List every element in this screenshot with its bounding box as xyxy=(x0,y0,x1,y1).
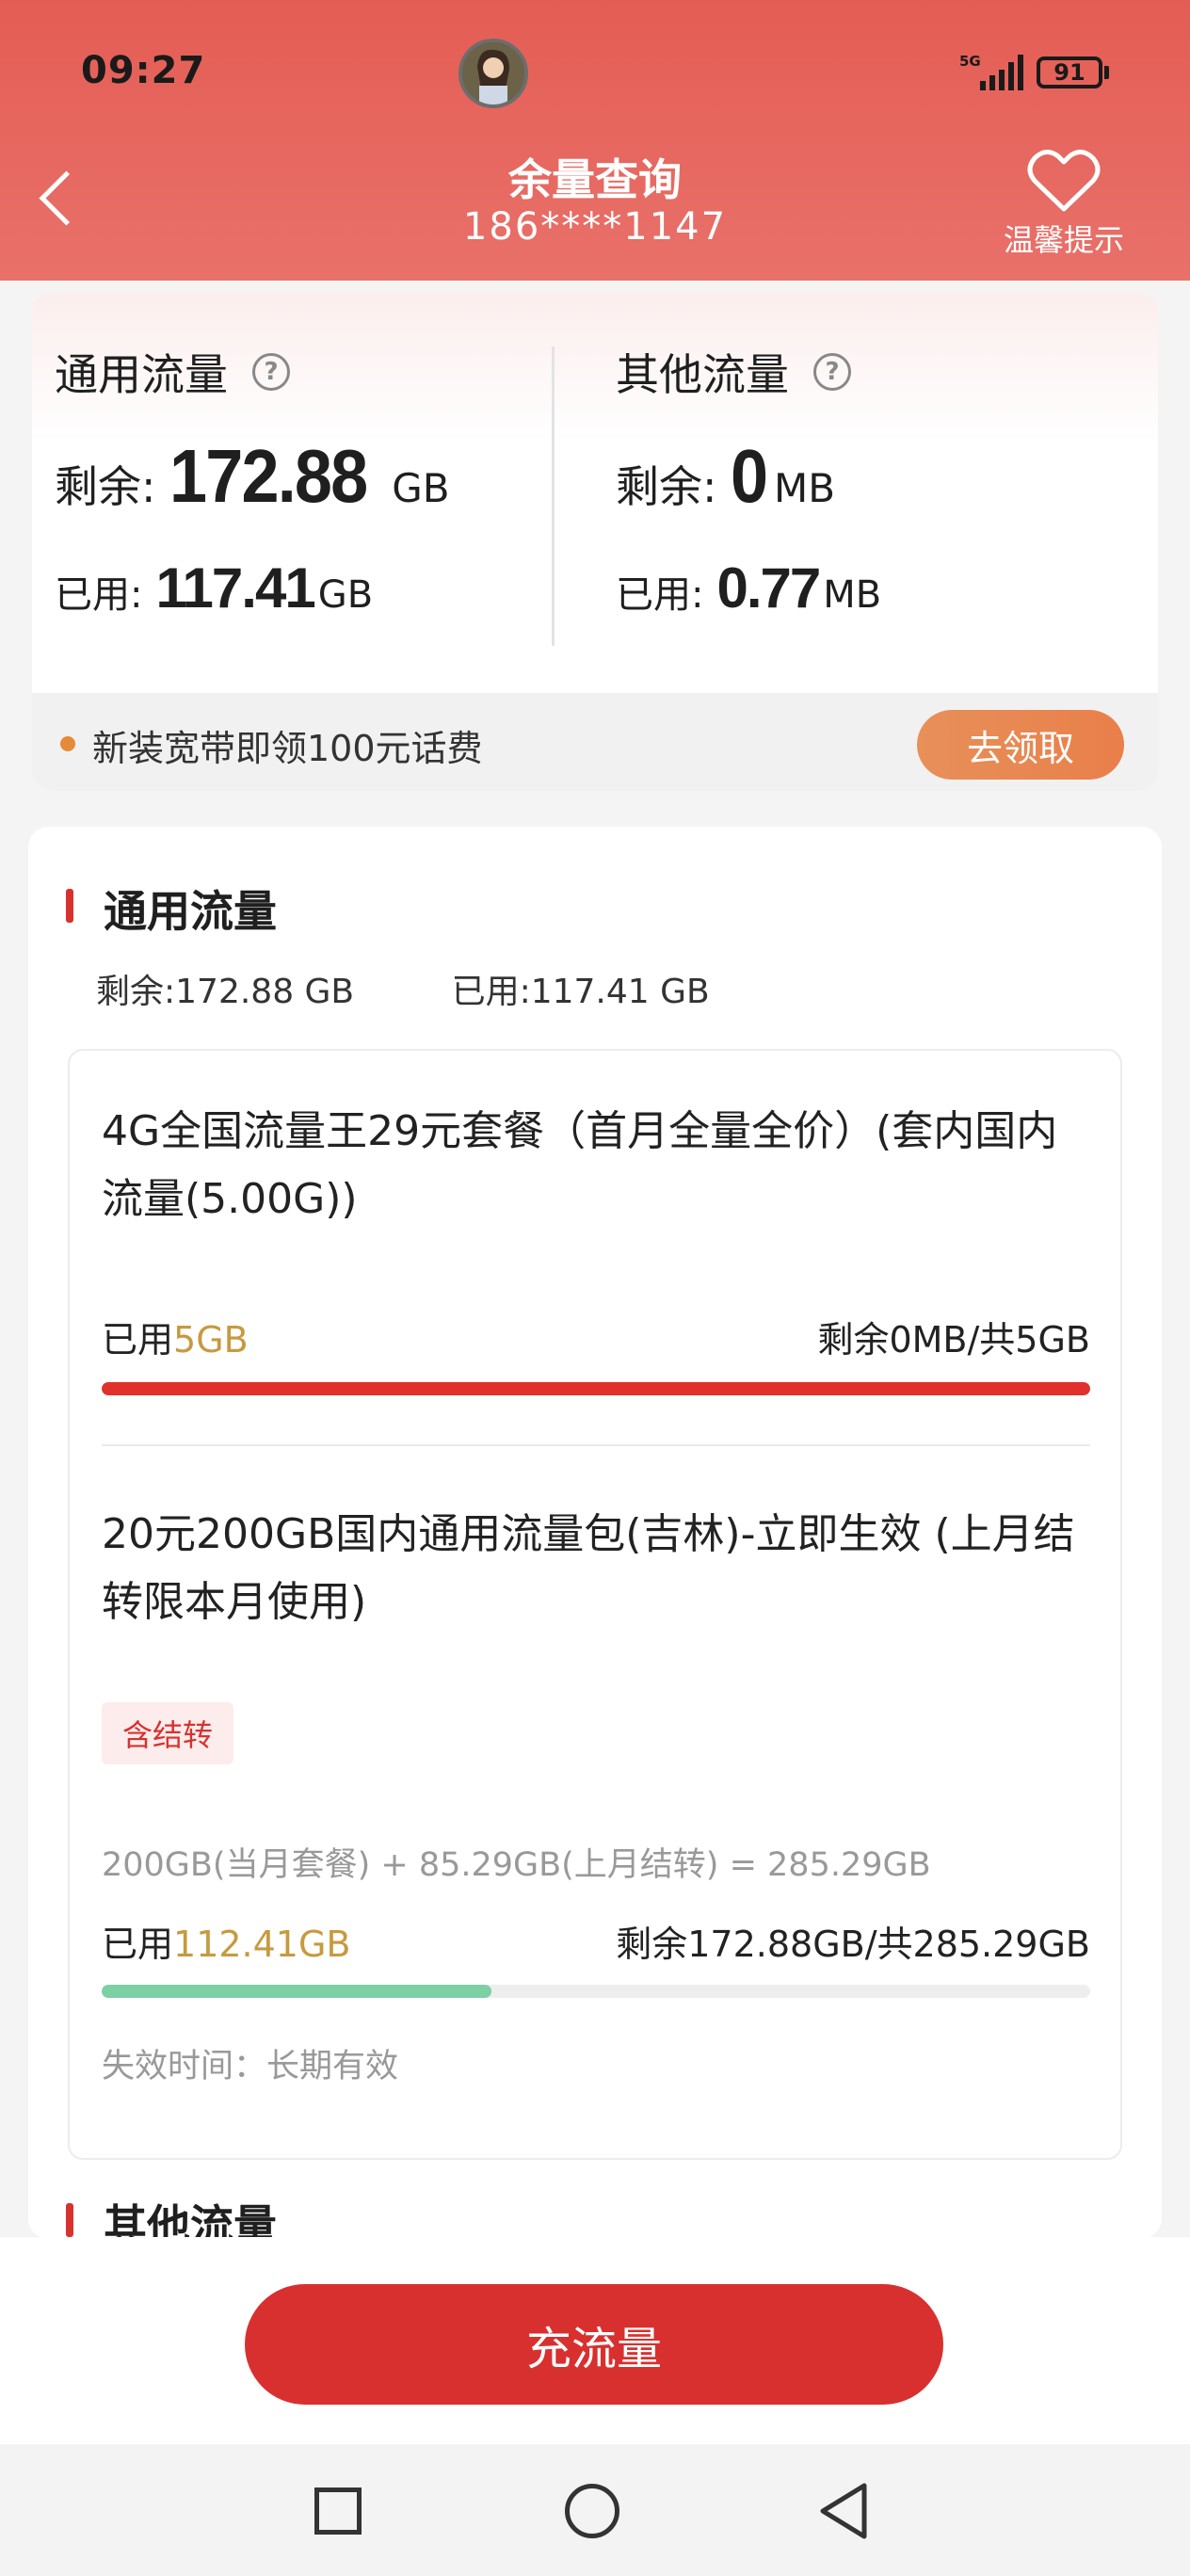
other-data-title: 其他流量 ? xyxy=(616,341,851,403)
heart-icon xyxy=(1027,150,1101,212)
package-progress-bar xyxy=(102,1985,1090,1998)
battery-icon: 91 xyxy=(1037,56,1109,89)
summary-card: 通用流量 ? 剩余: 172.88 GB 已用: 117.41 GB 其他流量 … xyxy=(32,292,1158,791)
section-used: 已用:117.41 GB xyxy=(451,973,710,1011)
package-card: 4G全国流量王29元套餐（首月全量全价）(套内国内流量(5.00G)) 已用5G… xyxy=(68,1049,1122,2160)
tips-button[interactable]: 温馨提示 xyxy=(989,149,1139,260)
divider xyxy=(102,1444,1090,1446)
quota-formula: 200GB(当月套餐) + 85.29GB(上月结转) = 285.29GB xyxy=(102,1846,931,1884)
home-icon[interactable] xyxy=(565,2484,619,2538)
progress-fill xyxy=(102,1985,491,1998)
signal-icon: 5G xyxy=(959,55,1023,90)
detail-panel: 通用流量 剩余:172.88 GB 已用:117.41 GB 4G全国流量王29… xyxy=(28,827,1162,2251)
help-icon[interactable]: ? xyxy=(813,353,851,391)
recent-apps-icon[interactable] xyxy=(314,2487,362,2535)
promo-text: 新装宽带即领100元话费 xyxy=(92,728,483,769)
avatar xyxy=(458,39,528,108)
status-indicators: 5G 91 xyxy=(959,55,1109,90)
general-data-title: 通用流量 ? xyxy=(55,341,290,403)
carryover-tag: 含结转 xyxy=(102,1702,234,1764)
package-name: 20元200GB国内通用流量包(吉林)-立即生效 (上月结转限本月使用) xyxy=(102,1510,1075,1626)
claim-button[interactable]: 去领取 xyxy=(917,710,1124,780)
promo-banner[interactable]: 新装宽带即领100元话费 去领取 xyxy=(32,693,1158,791)
section-remain: 剩余:172.88 GB xyxy=(96,973,355,1011)
system-nav-bar xyxy=(0,2444,1190,2576)
general-remain: 剩余: 172.88 GB xyxy=(55,434,450,518)
section-title: 通用流量 xyxy=(66,877,277,940)
other-remain: 剩余: 0 MB xyxy=(616,434,836,518)
status-time: 09:27 xyxy=(81,49,206,92)
help-icon[interactable]: ? xyxy=(252,353,290,391)
header: 09:27 5G 91 余量查询 186****1147 温馨提示 xyxy=(0,0,1190,281)
divider xyxy=(552,346,555,646)
expire-time: 失效时间：长期有效 xyxy=(102,2048,399,2085)
section-summary: 剩余:172.88 GB 已用:117.41 GB xyxy=(96,964,710,1013)
package-name: 4G全国流量王29元套餐（首月全量全价）(套内国内流量(5.00G)) xyxy=(102,1107,1058,1223)
package-progress-bar xyxy=(102,1382,1090,1395)
tips-label: 温馨提示 xyxy=(1003,222,1124,258)
battery-level: 91 xyxy=(1053,59,1085,86)
bullet-dot xyxy=(60,736,75,751)
progress-fill xyxy=(102,1382,1090,1395)
package-usage: 已用5GB 剩余0MB/共5GB xyxy=(102,1319,1090,1360)
general-used: 已用: 117.41 GB xyxy=(55,556,374,620)
bottom-bar: 充流量 xyxy=(0,2237,1190,2444)
recharge-button[interactable]: 充流量 xyxy=(245,2284,943,2405)
back-nav-icon[interactable] xyxy=(817,2482,870,2540)
package-usage: 已用112.41GB 剩余172.88GB/共285.29GB xyxy=(102,1924,1090,1965)
other-used: 已用: 0.77 MB xyxy=(616,556,882,620)
